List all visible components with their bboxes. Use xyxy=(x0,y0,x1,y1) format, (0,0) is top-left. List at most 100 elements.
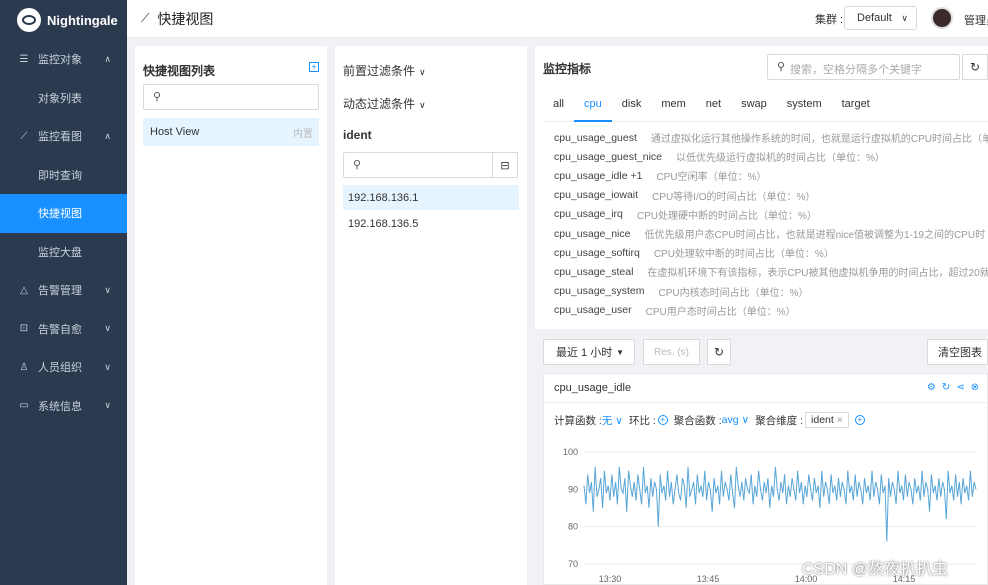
prefilter-label: 前置过滤条件 xyxy=(343,64,416,78)
sidebar-item-5[interactable]: 监控大盘 xyxy=(0,233,127,272)
metrics-title: 监控指标 xyxy=(543,62,592,76)
chevron-down-icon: ∨ xyxy=(901,12,908,23)
sidebar-item-6[interactable]: △ 告警管理 ∨ xyxy=(0,271,127,310)
sidebar-item-3[interactable]: 即时查询 xyxy=(0,156,127,195)
metric-search-placeholder: 搜索，空格分隔多个关键字 xyxy=(790,64,922,76)
metric-item[interactable]: cpu_usage_steal 在虚拟机环境下有该指标，表示CPU被其他虚拟机争用… xyxy=(543,262,988,281)
tab-all[interactable]: all xyxy=(543,92,574,122)
close-icon[interactable]: × xyxy=(837,414,843,426)
builtin-tag: 内置 xyxy=(293,128,313,140)
brand-logo[interactable]: Nightingale xyxy=(0,0,127,40)
avatar[interactable] xyxy=(931,7,953,29)
sidebar-item-label: 即时查询 xyxy=(38,169,82,182)
view-item-label: Host View xyxy=(150,126,200,138)
metric-desc: CPU等待I/O的时间占比（单位：%） xyxy=(652,191,816,203)
refresh-metrics-button[interactable]: ↻ xyxy=(962,54,988,80)
logo-icon xyxy=(17,8,41,32)
tab-net[interactable]: net xyxy=(696,92,731,122)
add-dim-icon[interactable]: + xyxy=(854,415,865,425)
cluster-select[interactable]: Default ∨ xyxy=(844,6,917,30)
clear-charts-label: 清空图表 xyxy=(938,347,982,359)
add-view-icon[interactable]: + xyxy=(309,62,319,72)
metric-desc: CPU处理软中断的时间占比（单位：%） xyxy=(653,249,834,261)
view-list-item[interactable]: Host View 内置 xyxy=(143,118,319,146)
dim-chip-label: ident xyxy=(811,414,834,426)
ident-filter-button[interactable]: ⊟ xyxy=(492,152,518,178)
metric-name: cpu_usage_nice xyxy=(554,227,631,240)
sidebar-item-0[interactable]: ☰ 监控对象 ∧ xyxy=(0,40,127,79)
sidebar-item-9[interactable]: ▭ 系统信息 ∨ xyxy=(0,387,127,426)
dynfilter-toggle[interactable]: 动态过滤条件 ∨ xyxy=(343,95,426,112)
y-tick-label: 80 xyxy=(568,522,578,532)
sidebar-item-label: 系统信息 xyxy=(38,400,82,413)
metric-name: cpu_usage_guest xyxy=(554,131,637,144)
close-icon[interactable]: ⊗ xyxy=(971,382,979,393)
heal-icon: ⊡ xyxy=(19,323,29,335)
tab-system[interactable]: system xyxy=(777,92,832,122)
prefilter-toggle[interactable]: 前置过滤条件 ∨ xyxy=(343,62,426,79)
tab-target[interactable]: target xyxy=(832,92,880,122)
metric-desc: CPU内核态时间占比（单位：%） xyxy=(658,287,809,299)
settings-icon[interactable]: ⚙ xyxy=(927,382,936,393)
chevron-down-icon: ∨ xyxy=(419,100,426,110)
sidebar-item-label: 监控大盘 xyxy=(38,246,82,259)
sidebar-item-4[interactable]: 快捷视图 xyxy=(0,194,127,233)
user-name[interactable]: 管理员 xyxy=(964,12,988,28)
sidebar-item-7[interactable]: ⊡ 告警自愈 ∨ xyxy=(0,310,127,349)
chart-title: cpu_usage_idle xyxy=(554,382,632,394)
metric-item[interactable]: cpu_usage_irq CPU处理硬中断的时间占比（单位：%） xyxy=(543,205,988,224)
tab-mem[interactable]: mem xyxy=(651,92,695,122)
refresh-icon: ↻ xyxy=(969,60,981,74)
add-compare-icon[interactable]: + xyxy=(657,415,668,425)
view-list-title: 快捷视图列表 xyxy=(143,64,216,78)
metric-item[interactable]: cpu_usage_system CPU内核态时间占比（单位：%） xyxy=(543,282,988,301)
agg-select[interactable]: avg ∨ xyxy=(722,414,750,426)
ident-search-input[interactable]: ⚲ xyxy=(343,152,493,178)
calc-select[interactable]: 无 ∨ xyxy=(602,413,623,428)
metric-tabs: all cpu disk mem net swap system target xyxy=(543,92,988,122)
series-line xyxy=(583,466,977,542)
metric-item[interactable]: cpu_usage_idle +1 CPU空闲率（单位：%） xyxy=(543,166,988,185)
view-list-panel: 快捷视图列表 + ⚲ Host View 内置 xyxy=(135,46,327,585)
clear-charts-button[interactable]: 清空图表 xyxy=(927,339,988,365)
line-chart-icon: ⟋ xyxy=(20,130,28,142)
calc-label: 计算函数 : xyxy=(554,414,602,427)
agg-label: 聚合函数 : xyxy=(673,414,722,427)
time-range-value: 最近 1 小时 xyxy=(556,347,613,359)
sidebar-item-label: 告警自愈 xyxy=(38,323,82,336)
metric-item[interactable]: cpu_usage_nice 低优先级用户态CPU时间占比，也就是进程nice值被… xyxy=(543,224,988,243)
tab-swap[interactable]: swap xyxy=(731,92,777,122)
metric-name: cpu_usage_irq xyxy=(554,208,623,221)
resolution-input[interactable]: Res. (s) xyxy=(643,339,700,365)
sidebar-item-label: 告警管理 xyxy=(38,285,82,298)
sidebar-item-label: 人员组织 xyxy=(38,362,82,375)
info-icon: ▭ xyxy=(19,400,29,412)
share-icon[interactable]: ⋖ xyxy=(956,382,964,393)
metric-desc: CPU用户态时间占比（单位：%） xyxy=(645,306,796,318)
x-tick-label: 13:30 xyxy=(599,574,622,584)
sidebar-item-1[interactable]: 对象列表 xyxy=(0,79,127,118)
tab-disk[interactable]: disk xyxy=(612,92,652,122)
metric-item[interactable]: cpu_usage_iowait CPU等待I/O的时间占比（单位：%） xyxy=(543,186,988,205)
tab-cpu[interactable]: cpu xyxy=(574,92,612,122)
dim-chip[interactable]: ident × xyxy=(805,412,849,428)
sync-icon[interactable]: ↻ xyxy=(942,382,950,393)
metric-item[interactable]: cpu_usage_user CPU用户态时间占比（单位：%） xyxy=(543,301,988,320)
sidebar-item-2[interactable]: ⟋ 监控看图 ∧ xyxy=(0,117,127,156)
time-range-select[interactable]: 最近 1 小时 ▼ xyxy=(543,339,635,365)
chevron-down-icon: ∨ xyxy=(419,67,426,77)
watermark: CSDN @熬夜扒扒虫 xyxy=(802,561,949,578)
metrics-panel: 监控指标 ⚲ 搜索，空格分隔多个关键字 ↻ all cpu disk mem net sw… xyxy=(535,46,988,329)
ident-item[interactable]: 192.168.136.5 xyxy=(343,211,519,236)
metric-item[interactable]: cpu_usage_guest_nice 以低优先级运行虚拟机的时间占比（单位：%… xyxy=(543,147,988,166)
metric-search-input[interactable]: ⚲ 搜索，空格分隔多个关键字 xyxy=(767,54,960,80)
alert-icon: △ xyxy=(20,284,28,296)
refresh-chart-button[interactable]: ↻ xyxy=(707,339,731,365)
ident-item[interactable]: 192.168.136.1 xyxy=(343,185,519,210)
sidebar-item-8[interactable]: ♙ 人员组织 ∨ xyxy=(0,348,127,387)
chevron-up-icon: ∧ xyxy=(104,130,111,141)
sidebar-item-label: 对象列表 xyxy=(38,92,82,105)
view-search-input[interactable]: ⚲ xyxy=(143,84,319,110)
metric-item[interactable]: cpu_usage_softirq CPU处理软中断的时间占比（单位：%） xyxy=(543,243,988,262)
metric-item[interactable]: cpu_usage_guest 通过虚拟化运行其他操作系统的时间，也就是运行虚拟机… xyxy=(543,128,988,147)
